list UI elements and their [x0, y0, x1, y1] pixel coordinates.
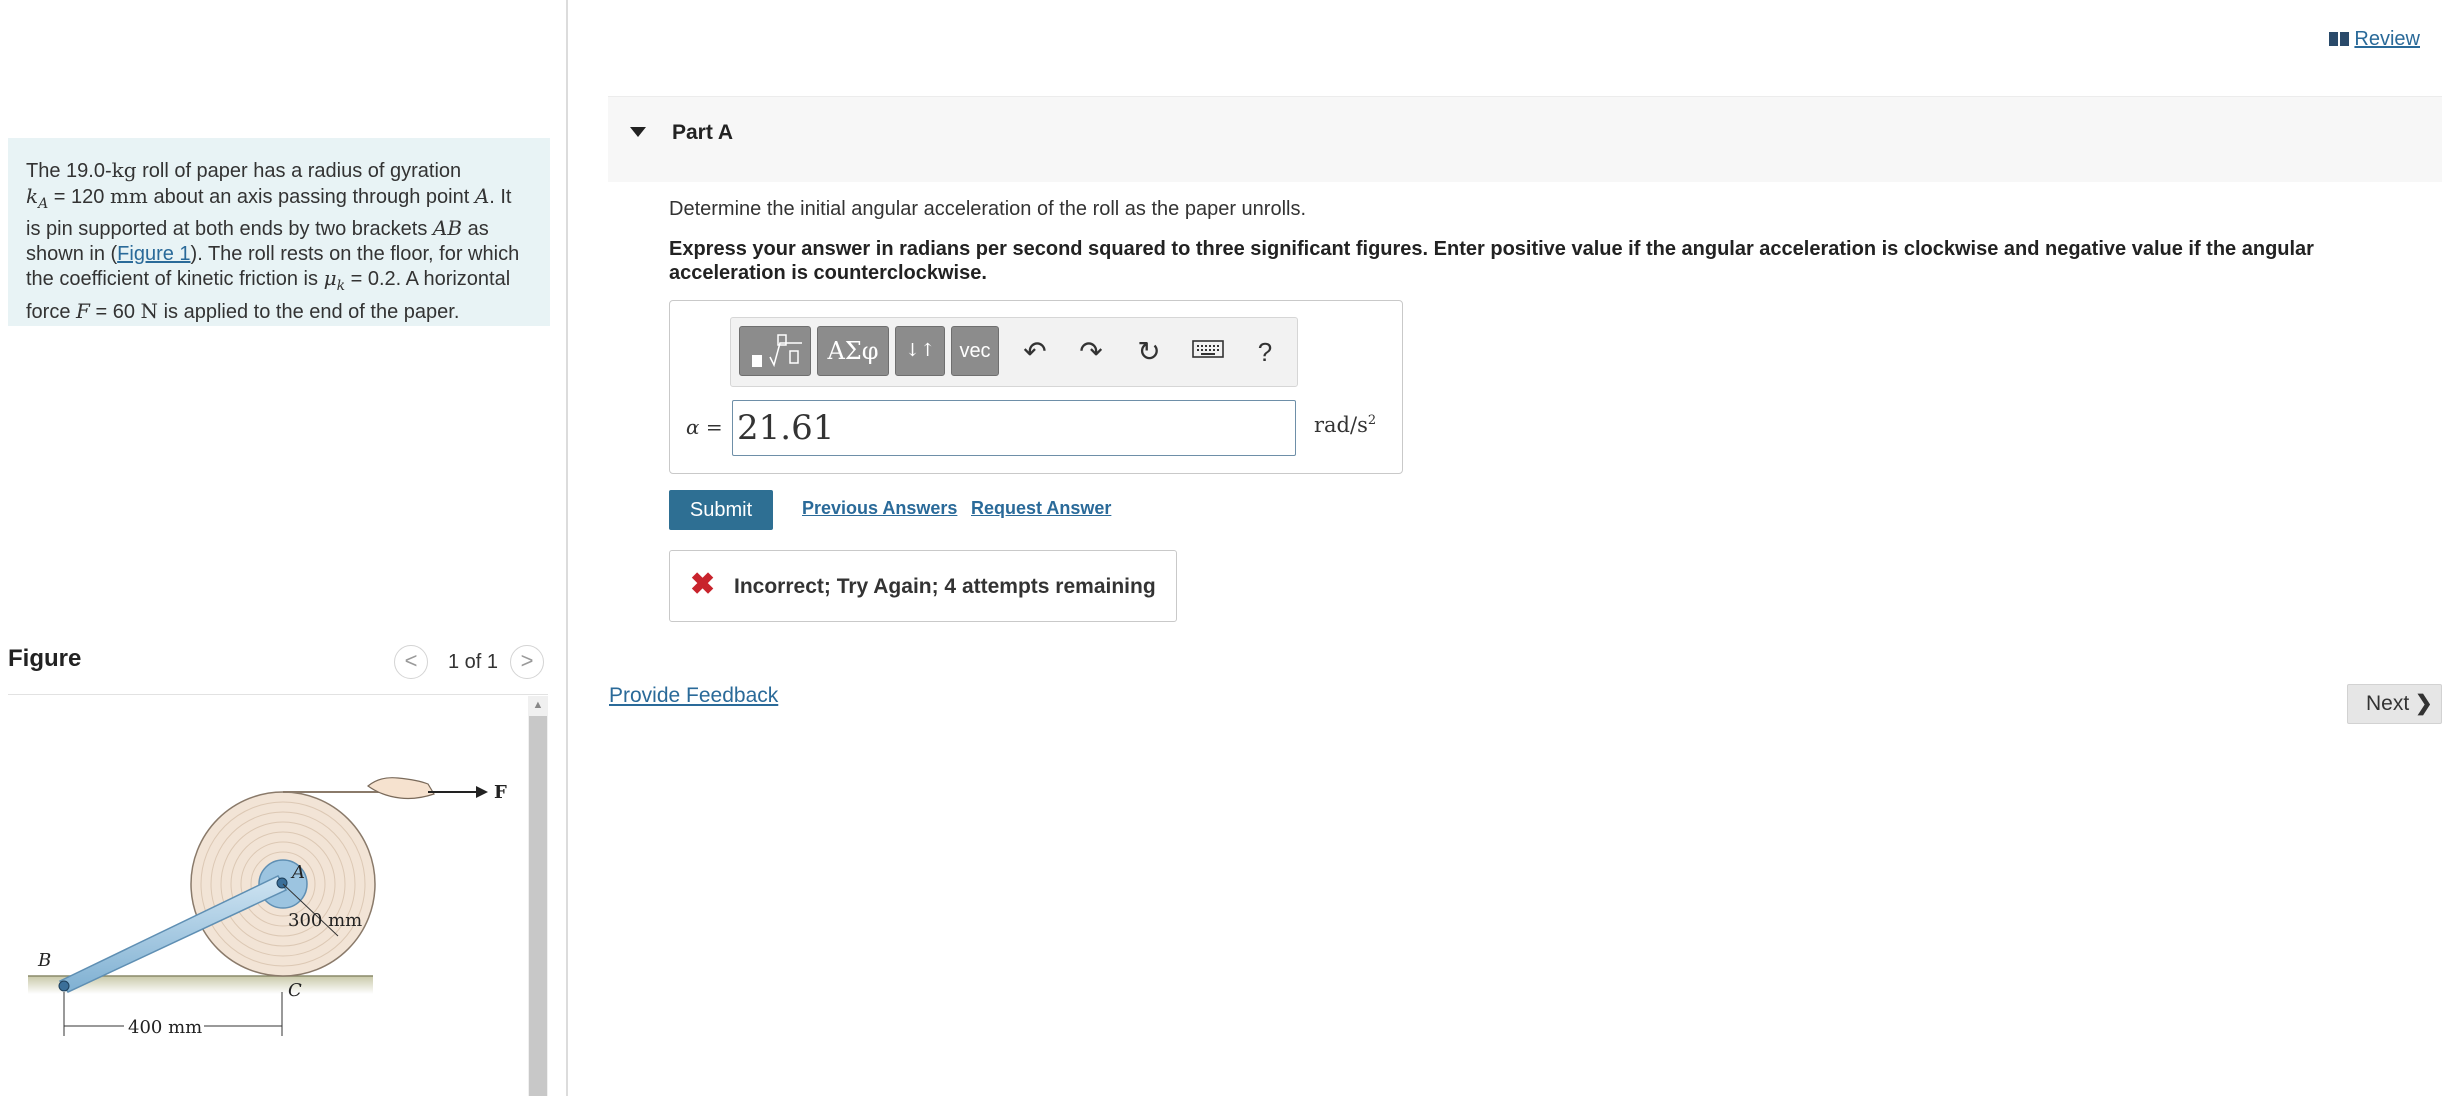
figure-link[interactable]: Figure 1 — [117, 243, 190, 265]
redo-icon[interactable]: ↷ — [1071, 332, 1111, 372]
chevron-right-icon: ❯ — [2415, 692, 2433, 715]
scrollbar-thumb[interactable] — [529, 716, 547, 1096]
label-length: 400 mm — [128, 1017, 202, 1038]
label-F: F — [494, 782, 507, 803]
greek-symbols-button[interactable]: ΑΣφ — [817, 326, 889, 376]
paper-roll-diagram: F 300 mm A B C 400 mm — [28, 777, 507, 1038]
x-icon: ✖ — [690, 568, 716, 601]
part-title: Part A — [672, 121, 734, 144]
question-text: Determine the initial angular accelerati… — [669, 198, 1307, 220]
book-icon — [2328, 32, 2349, 46]
left-panel: The 19.0-kg roll of paper has a radius o… — [0, 0, 568, 1096]
label-A: A — [290, 862, 305, 883]
figure-next-button[interactable]: > — [510, 645, 544, 679]
templates-button[interactable] — [739, 326, 811, 376]
undo-icon[interactable]: ↶ — [1015, 332, 1055, 372]
answer-units: rad/s2 — [1314, 413, 1377, 437]
answer-variable-label: α = — [686, 415, 723, 439]
part-a-header[interactable]: Part A — [608, 96, 2442, 182]
feedback-box: ✖ Incorrect; Try Again; 4 attempts remai… — [669, 550, 1177, 622]
figure-title: Figure — [8, 645, 82, 672]
help-button[interactable]: ? — [1245, 332, 1285, 372]
figure-header: Figure < 1 of 1 > — [8, 635, 548, 695]
review-link[interactable]: Review — [2328, 28, 2420, 51]
problem-statement: The 19.0-kg roll of paper has a radius o… — [8, 138, 550, 326]
problem-line-2: kA = 120 mm about an axis passing throug… — [26, 183, 512, 212]
label-radius: 300 mm — [288, 910, 362, 931]
math-toolbar: ΑΣφ ↓↑ vec ↶ ↷ ↻ ? — [730, 317, 1298, 387]
submit-button[interactable]: Submit — [669, 490, 773, 530]
answer-instructions: Express your answer in radians per secon… — [669, 238, 2314, 284]
review-label[interactable]: Review — [2354, 28, 2420, 50]
figure-image: F 300 mm A B C 400 mm — [8, 696, 528, 1096]
label-C: C — [288, 980, 302, 1001]
next-button[interactable]: Next ❯ — [2347, 684, 2442, 724]
figure-prev-button[interactable]: < — [394, 645, 428, 679]
feedback-message: Incorrect; Try Again; 4 attempts remaini… — [734, 575, 1156, 598]
next-label: Next — [2366, 692, 2410, 715]
problem-line-4: shown in (Figure 1). The roll rests on t… — [26, 242, 520, 265]
caret-down-icon[interactable] — [630, 127, 646, 137]
problem-line-3: is pin supported at both ends by two bra… — [26, 216, 489, 240]
previous-answers-link[interactable]: Previous Answers — [802, 498, 957, 519]
request-answer-link[interactable]: Request Answer — [971, 498, 1111, 519]
answer-box: ΑΣφ ↓↑ vec ↶ ↷ ↻ ? α = rad/s2 — [669, 300, 1403, 474]
reset-icon[interactable]: ↻ — [1129, 332, 1169, 372]
scroll-up-icon[interactable]: ▲ — [528, 696, 548, 714]
answer-input[interactable] — [732, 400, 1296, 456]
figure-counter: 1 of 1 — [448, 651, 499, 673]
problem-line-1: The 19.0-kg roll of paper has a radius o… — [26, 158, 462, 182]
keyboard-glyph — [1192, 340, 1224, 358]
keyboard-icon[interactable] — [1185, 332, 1233, 372]
force-arrowhead — [476, 786, 488, 798]
fraction-radical-icon — [752, 334, 802, 368]
problem-line-6: force F = 60 N is applied to the end of … — [26, 298, 460, 323]
figure-scrollbar[interactable]: ▲ — [528, 696, 548, 1096]
problem-line-5: the coefficient of kinetic friction is μ… — [26, 266, 511, 294]
subscript-superscript-button[interactable]: ↓↑ — [895, 326, 945, 376]
label-B: B — [37, 950, 51, 971]
hand-icon — [367, 777, 435, 800]
provide-feedback-link[interactable]: Provide Feedback — [609, 684, 778, 708]
pin-b — [58, 980, 70, 992]
vector-button[interactable]: vec — [951, 326, 999, 376]
